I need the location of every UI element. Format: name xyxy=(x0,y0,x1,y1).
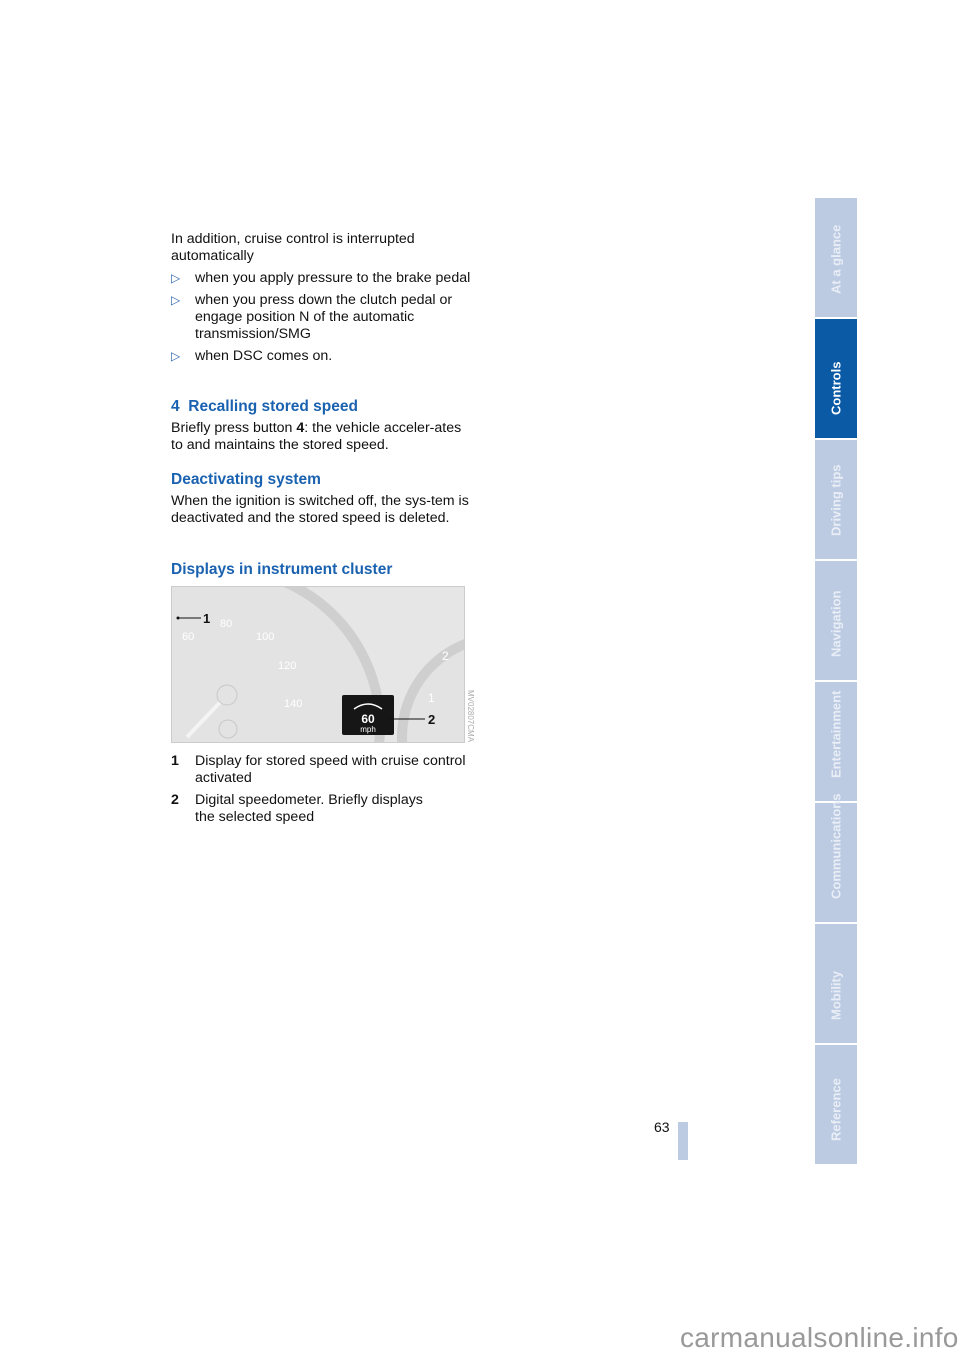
tab-label: Driving tips xyxy=(828,464,844,536)
figure-code: MV02807CMA xyxy=(466,690,475,743)
manual-page: In addition, cruise control is interrupt… xyxy=(0,0,960,1358)
watermark: carmanualsonline.info xyxy=(680,1322,959,1353)
rpm-label: 1 xyxy=(428,691,435,705)
triangle-bullet-icon: ▷ xyxy=(171,271,181,285)
display-unit: mph xyxy=(360,725,376,734)
tab-label: Controls xyxy=(828,361,844,415)
speed-label: 80 xyxy=(220,618,232,630)
tab-label: Communications xyxy=(828,793,844,899)
bullet-text: when you apply pressure to the brake ped… xyxy=(195,270,471,286)
section-heading: 4 Recalling stored speed xyxy=(171,398,358,416)
section-heading: Displays in instrument cluster xyxy=(171,561,393,578)
speed-label: 120 xyxy=(278,660,296,672)
tab-label: Entertainment xyxy=(828,690,844,778)
intro-block: In addition, cruise control is interrupt… xyxy=(171,231,471,365)
section-heading: Deactivating system xyxy=(171,471,321,488)
speed-label: 100 xyxy=(256,631,274,643)
tab-label: Navigation xyxy=(828,590,844,657)
bullet-item: ▷ when you apply pressure to the brake pe… xyxy=(171,270,471,287)
section-number: 4 xyxy=(171,398,180,415)
bullet-item: ▷ when you press down the clutch pedal or… xyxy=(171,292,471,343)
bullet-text: when DSC comes on. xyxy=(195,348,333,364)
section-body: Briefly press button 4: the vehicle acce… xyxy=(171,420,462,453)
chapter-tabs: At a glance Controls Driving tips Navigatio… xyxy=(815,198,857,1166)
bullet-text: when you press down the clutch pedal or … xyxy=(195,292,453,342)
chapter-tab-entertainment[interactable]: Entertainment xyxy=(815,682,857,801)
tab-label: Reference xyxy=(828,1078,844,1141)
chapter-tab-communications[interactable]: Communications xyxy=(815,794,857,922)
section-title: Recalling stored speed xyxy=(188,398,358,415)
callout-2: 2 xyxy=(428,712,435,727)
triangle-bullet-icon: ▷ xyxy=(171,349,181,363)
speed-label: 140 xyxy=(284,698,302,710)
intro-text: In addition, cruise control is interrupt… xyxy=(171,231,415,264)
chapter-tab-driving-tips[interactable]: Driving tips xyxy=(815,440,857,559)
section-body: When the ignition is switched off, the s… xyxy=(171,493,469,526)
display-value: 60 xyxy=(361,712,375,726)
triangle-bullet-icon: ▷ xyxy=(171,293,181,307)
tab-label: Mobility xyxy=(828,970,844,1020)
instrument-cluster-figure: 60 80 100 120 140 2 1 60 mph 1 2 xyxy=(171,586,465,743)
bullet-item: ▷ when DSC comes on. xyxy=(171,348,471,365)
callout-1: 1 xyxy=(203,611,210,626)
needle-hub xyxy=(216,684,238,706)
page-number: 63 xyxy=(654,1119,670,1135)
cluster-illustration: 60 80 100 120 140 2 1 60 mph 1 2 xyxy=(172,587,464,742)
chapter-tab-mobility[interactable]: Mobility xyxy=(815,924,857,1043)
chapter-tab-navigation[interactable]: Navigation xyxy=(815,561,857,680)
page-marker-bar xyxy=(678,1122,688,1160)
chapter-tab-reference[interactable]: Reference xyxy=(815,1045,857,1164)
legend-item: 1 Display for stored speed with cruise co… xyxy=(171,753,466,786)
tab-label: At a glance xyxy=(828,224,844,294)
chapter-tab-at-a-glance[interactable]: At a glance xyxy=(815,198,857,317)
chapter-tab-controls[interactable]: Controls xyxy=(815,319,857,438)
rpm-label: 2 xyxy=(442,649,449,663)
legend-item: 2 Digital speedometer. Briefly displays t… xyxy=(171,792,423,825)
speed-label: 60 xyxy=(182,631,194,643)
